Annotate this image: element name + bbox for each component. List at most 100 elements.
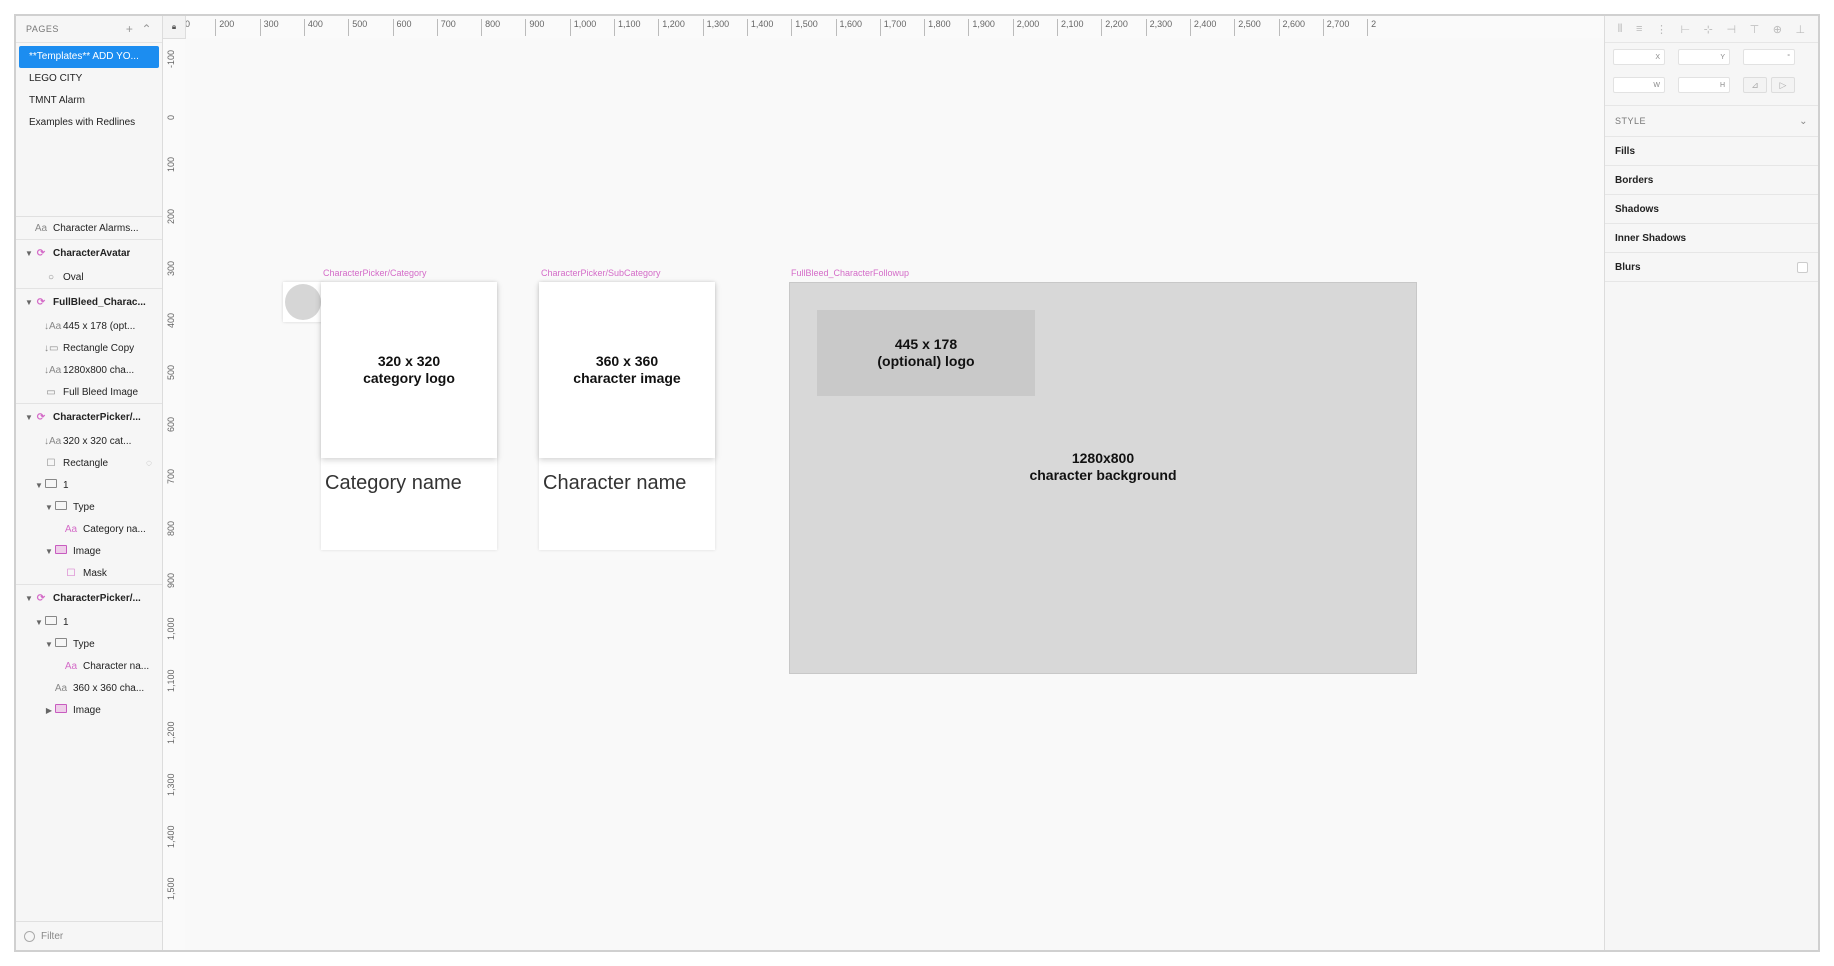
layer-row[interactable]: ▼ Type [16, 633, 162, 655]
layer-row[interactable]: ○ Oval [16, 266, 162, 288]
more-icon[interactable]: ⋮ [1656, 23, 1667, 36]
fullbleed-artboard[interactable]: 445 x 178 (optional) logo 1280x800 charac… [789, 282, 1417, 674]
distribute-horizontal-icon[interactable]: ⫴ [1618, 23, 1623, 36]
layer-label: Mask [83, 567, 107, 579]
page-item[interactable]: TMNT Alarm [19, 90, 159, 112]
disclosure-triangle-icon[interactable]: ▼ [24, 413, 34, 422]
subcategory-card-artboard[interactable]: 360 x 360 character image Character name [539, 282, 715, 550]
align-middle-icon[interactable]: ⊕ [1773, 23, 1782, 36]
align-right-icon[interactable]: ⊣ [1726, 23, 1736, 36]
style-section-borders[interactable]: Borders [1605, 166, 1818, 195]
layer-row[interactable]: ↓Aa 320 x 320 cat... [16, 430, 162, 452]
layer-label: Rectangle Copy [63, 342, 135, 354]
align-left-icon[interactable]: ⊢ [1681, 23, 1691, 36]
avatar-oval[interactable] [285, 284, 321, 320]
page-item[interactable]: Examples with Redlines [19, 112, 159, 134]
character-image-placeholder[interactable]: 360 x 360 character image [539, 282, 715, 458]
layer-label: CharacterPicker/... [53, 592, 141, 604]
ruler-tick: 1,000 [166, 617, 176, 640]
style-section-fills[interactable]: Fills [1605, 137, 1818, 166]
layer-label: 445 x 178 (opt... [63, 320, 136, 332]
add-page-icon[interactable]: + [126, 22, 134, 36]
character-background-label[interactable]: 1280x800 character background [790, 450, 1416, 484]
ruler-tick: 500 [348, 19, 367, 36]
style-section-inner-shadows[interactable]: Inner Shadows [1605, 224, 1818, 253]
artboard-label-category[interactable]: CharacterPicker/Category [323, 268, 427, 278]
flip-horizontal-icon[interactable]: ▷ [1771, 77, 1795, 93]
layer-row[interactable]: ↓Aa 445 x 178 (opt... [16, 315, 162, 337]
vertical-ruler[interactable]: -100 0 100 200 300 400 500 600 700 800 900 1,000 1,1… [163, 38, 186, 950]
ruler-lock-icon[interactable]: 🔒︎ [163, 16, 186, 39]
disclosure-triangle-icon[interactable]: ▼ [24, 249, 34, 258]
ruler-tick: 0 [166, 114, 176, 120]
layer-row[interactable]: ↓▭ Rectangle Copy [16, 337, 162, 359]
inspector-panel: ⫴ ≡ ⋮ ⊢ ⊹ ⊣ ⊤ ⊕ ⊥ X Y ° W H ⊿ ▷ STYLE ⌄ … [1604, 16, 1818, 950]
layer-row[interactable]: ▼ 1 [16, 611, 162, 633]
flip-vertical-icon[interactable]: ⊿ [1743, 77, 1767, 93]
character-avatar-artboard[interactable] [283, 282, 323, 322]
layer-row[interactable]: ▶ Image [16, 699, 162, 721]
ruler-tick: 2,400 [1189, 19, 1216, 36]
height-field[interactable]: H [1678, 77, 1730, 93]
character-name-text[interactable]: Character name [543, 472, 686, 495]
disclosure-triangle-icon[interactable]: ▼ [34, 481, 44, 490]
layer-label: Full Bleed Image [63, 386, 139, 398]
style-section-shadows[interactable]: Shadows [1605, 195, 1818, 224]
disclosure-triangle-icon[interactable]: ▼ [34, 618, 44, 627]
artboard-label-subcategory[interactable]: CharacterPicker/SubCategory [541, 268, 661, 278]
disclosure-triangle-icon[interactable]: ▼ [24, 594, 34, 603]
align-bottom-icon[interactable]: ⊥ [1796, 23, 1806, 36]
width-field[interactable]: W [1613, 77, 1665, 93]
disclosure-triangle-icon[interactable]: ▼ [44, 640, 54, 649]
category-logo-placeholder[interactable]: 320 x 320 category logo [321, 282, 497, 458]
style-header[interactable]: STYLE ⌄ [1605, 105, 1818, 137]
collapse-pages-icon[interactable]: ⌃ [141, 22, 152, 36]
distribute-vertical-icon[interactable]: ≡ [1636, 23, 1642, 35]
layer-row[interactable]: ▼ ⟳ CharacterPicker/... [16, 584, 162, 611]
ruler-tick: 1,000 [569, 19, 596, 36]
layer-row[interactable]: Aa Category na... [16, 518, 162, 540]
disclosure-triangle-icon[interactable]: ▼ [44, 547, 54, 556]
character-image-caption: character image [573, 370, 681, 386]
blur-checkbox[interactable] [1797, 261, 1808, 273]
folder-icon [54, 638, 68, 650]
page-item[interactable]: **Templates** ADD YO... [19, 46, 159, 68]
disclosure-triangle-icon[interactable]: ▶ [44, 706, 54, 715]
rotation-field[interactable]: ° [1743, 49, 1795, 65]
chevron-down-icon[interactable]: ⌄ [1799, 116, 1808, 127]
layer-row[interactable]: ▼ ⟳ FullBleed_Charac... [16, 288, 162, 315]
y-field[interactable]: Y [1678, 49, 1730, 65]
align-center-icon[interactable]: ⊹ [1704, 23, 1713, 36]
artboard-label-fullbleed[interactable]: FullBleed_CharacterFollowup [791, 268, 909, 278]
layer-row[interactable]: ▼ ⟳ CharacterPicker/... [16, 403, 162, 430]
ruler-tick: -100 [166, 49, 176, 68]
layer-row[interactable]: Aa Character Alarms... [16, 217, 162, 239]
style-section-blurs[interactable]: Blurs [1605, 253, 1818, 282]
layer-row[interactable]: ▼ 1 [16, 474, 162, 496]
layer-label: Character Alarms... [53, 222, 139, 234]
layer-row[interactable]: ☐ Mask [16, 562, 162, 584]
disclosure-triangle-icon[interactable]: ▼ [44, 503, 54, 512]
layer-row[interactable]: ☐ Rectangle ◌ [16, 452, 162, 474]
x-field[interactable]: X [1613, 49, 1665, 65]
optional-logo-placeholder[interactable]: 445 x 178 (optional) logo [817, 310, 1035, 396]
layer-filter[interactable]: Filter [16, 921, 162, 950]
layer-row[interactable]: Aa Character na... [16, 655, 162, 677]
layer-row[interactable]: ↓Aa 1280x800 cha... [16, 359, 162, 381]
layer-row[interactable]: Aa 360 x 360 cha... [16, 677, 162, 699]
page-item[interactable]: LEGO CITY [19, 68, 159, 90]
layer-row[interactable]: ▼ ⟳ CharacterAvatar [16, 239, 162, 266]
disclosure-triangle-icon[interactable]: ▼ [24, 298, 34, 307]
layer-row[interactable]: ▭ Full Bleed Image [16, 381, 162, 403]
layer-row[interactable]: ▼ Type [16, 496, 162, 518]
horizontal-ruler[interactable]: 1002003004005006007008009001,0001,1001,2… [163, 16, 1604, 39]
category-name-text[interactable]: Category name [325, 472, 462, 495]
section-label: Borders [1615, 174, 1654, 186]
category-card-artboard[interactable]: 320 x 320 category logo Category name [321, 282, 497, 550]
ruler-tick: 800 [166, 520, 176, 536]
layer-row[interactable]: ▼ Image [16, 540, 162, 562]
hidden-eye-icon[interactable]: ◌ [146, 458, 152, 469]
oval-icon: ○ [47, 271, 55, 283]
align-top-icon[interactable]: ⊤ [1750, 23, 1760, 36]
design-canvas[interactable]: CharacterPicker/Category 320 x 320 catego… [185, 38, 1604, 950]
